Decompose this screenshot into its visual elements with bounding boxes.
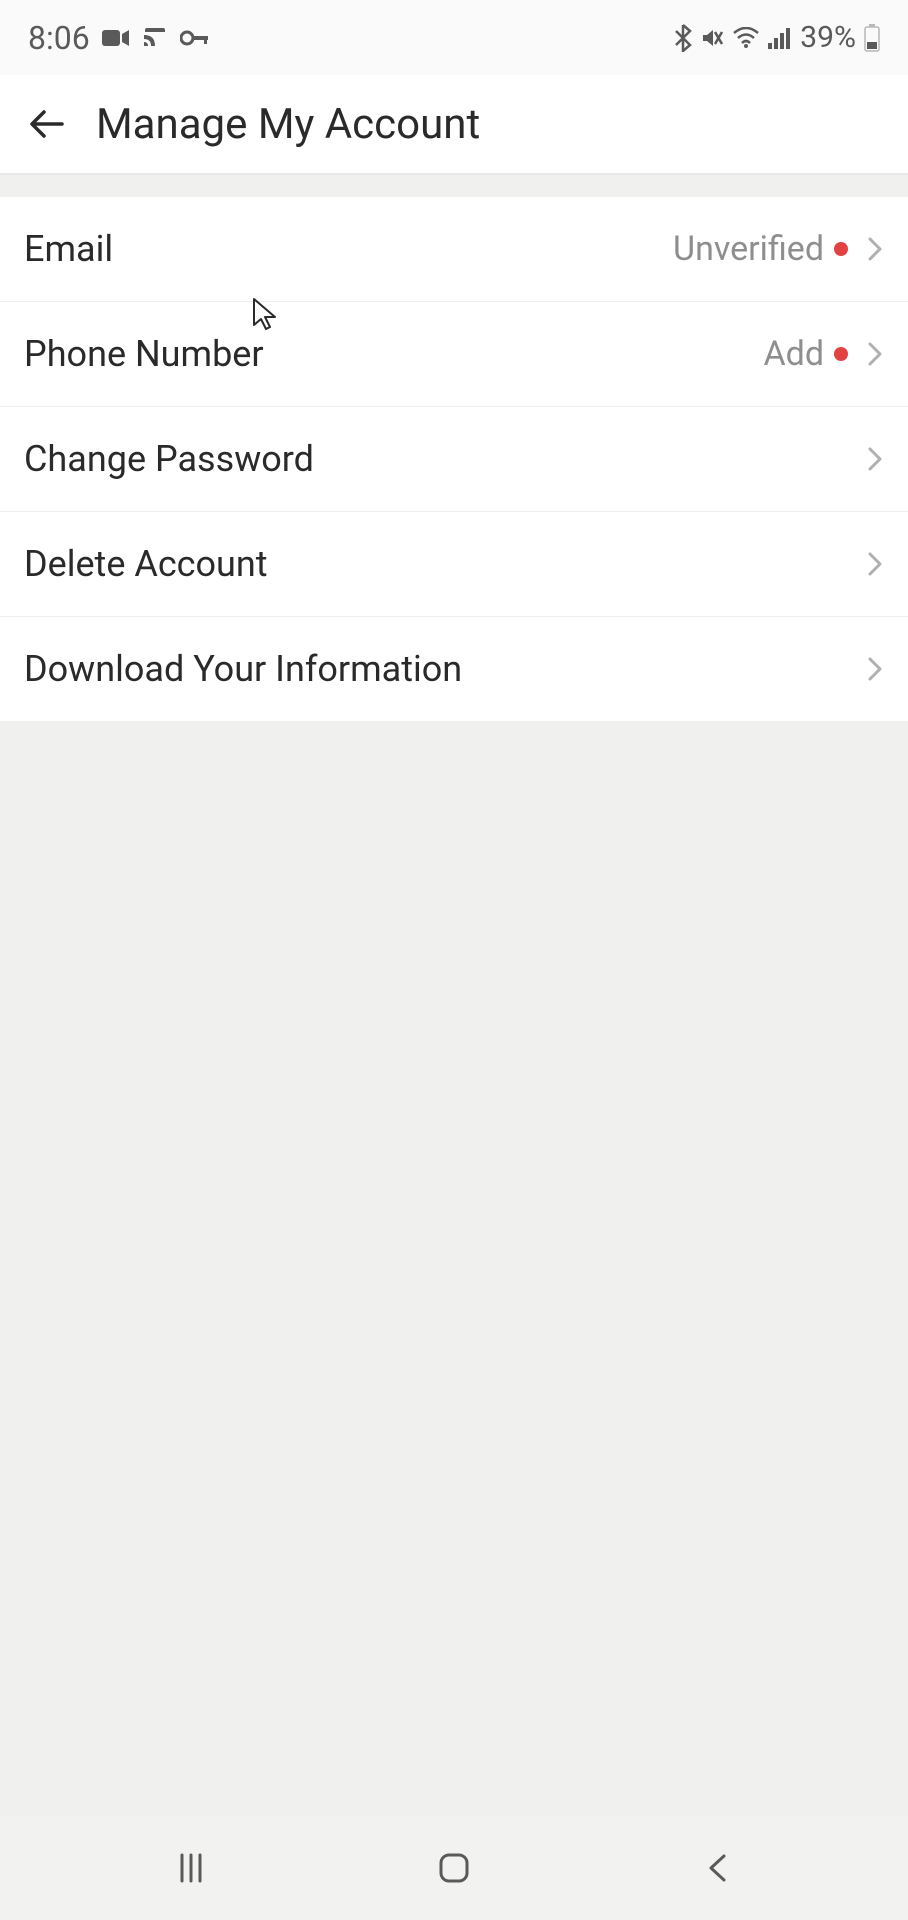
- item-right: [858, 553, 886, 575]
- chevron-right-icon: [864, 658, 886, 680]
- settings-item-phone-number[interactable]: Phone Number Add: [0, 302, 908, 407]
- status-bar: 8:06 39%: [0, 0, 908, 75]
- home-button[interactable]: [394, 1843, 514, 1893]
- chevron-right-icon: [864, 343, 886, 365]
- item-label: Email: [24, 228, 113, 270]
- chevron-left-icon: [705, 1850, 729, 1886]
- battery-percent: 39%: [800, 20, 856, 55]
- chevron-right-icon: [864, 553, 886, 575]
- arrow-left-icon: [26, 102, 70, 146]
- home-icon: [436, 1850, 472, 1886]
- vpn-key-icon: [180, 30, 210, 46]
- wifi-icon: [732, 27, 760, 49]
- item-label: Download Your Information: [24, 648, 462, 690]
- signal-icon: [768, 27, 792, 49]
- mute-icon: [700, 26, 724, 50]
- item-label: Phone Number: [24, 333, 264, 375]
- back-nav-button[interactable]: [657, 1843, 777, 1893]
- page-title: Manage My Account: [96, 100, 480, 149]
- cast-icon: [142, 27, 168, 49]
- item-label: Delete Account: [24, 543, 268, 585]
- system-nav-bar: [0, 1815, 908, 1920]
- item-status: Unverified: [673, 229, 824, 269]
- settings-item-email[interactable]: Email Unverified: [0, 197, 908, 302]
- recents-button[interactable]: [131, 1843, 251, 1893]
- item-right: Add: [763, 334, 886, 374]
- battery-icon: [864, 24, 880, 52]
- status-bar-right: 39%: [674, 20, 880, 55]
- settings-item-delete-account[interactable]: Delete Account: [0, 512, 908, 617]
- item-right: Unverified: [673, 229, 886, 269]
- item-status: Add: [763, 334, 824, 374]
- bluetooth-icon: [674, 24, 692, 52]
- alert-dot-icon: [834, 242, 848, 256]
- content-background: [0, 722, 908, 1815]
- back-button[interactable]: [20, 96, 76, 152]
- chevron-right-icon: [864, 448, 886, 470]
- status-bar-left: 8:06: [28, 19, 210, 57]
- item-right: [858, 448, 886, 470]
- clock-time: 8:06: [28, 19, 90, 57]
- video-recording-icon: [102, 28, 130, 48]
- recents-icon: [174, 1851, 208, 1885]
- item-label: Change Password: [24, 438, 314, 480]
- alert-dot-icon: [834, 347, 848, 361]
- settings-list: Email Unverified Phone Number Add Change…: [0, 197, 908, 722]
- item-right: [858, 658, 886, 680]
- settings-item-change-password[interactable]: Change Password: [0, 407, 908, 512]
- settings-item-download-information[interactable]: Download Your Information: [0, 617, 908, 722]
- app-header: Manage My Account: [0, 75, 908, 175]
- chevron-right-icon: [864, 238, 886, 260]
- header-spacer: [0, 175, 908, 197]
